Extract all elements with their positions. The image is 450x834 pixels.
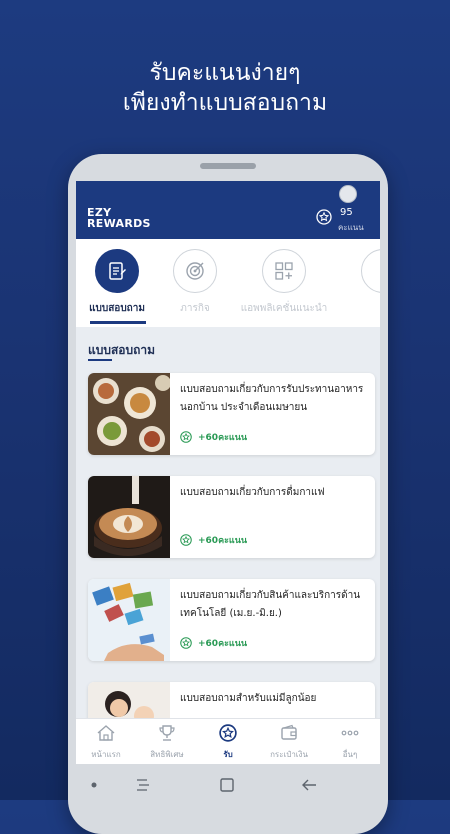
avatar[interactable]: [339, 185, 357, 203]
recent-apps-icon[interactable]: [134, 777, 152, 793]
reward-points: +60คะแนน: [180, 533, 247, 547]
nav-label: รับ: [223, 750, 233, 759]
survey-card-mothers[interactable]: แบบสอบถามสำหรับแม่มีลูกน้อย: [88, 682, 375, 718]
target-icon: [186, 262, 204, 280]
tab-label: แอพพลิเคชั่นแนะนำ: [240, 303, 328, 314]
survey-card-technology[interactable]: แบบสอบถามเกี่ยวกับสินค้าและบริการด้านเทค…: [88, 579, 375, 661]
reward-amount: +60คะแนน: [198, 639, 248, 649]
reward-amount: +60คะแนน: [198, 536, 248, 546]
reward-star-icon: [180, 431, 192, 443]
nav-privileges[interactable]: สิทธิพิเศษ: [137, 724, 197, 761]
dot-icon[interactable]: [90, 781, 98, 789]
nav-home[interactable]: หน้าแรก: [76, 724, 136, 761]
section-title-underline: [88, 359, 112, 361]
reward-amount: +60คะแนน: [198, 433, 248, 443]
tab-mission[interactable]: ภารกิจ: [158, 249, 232, 316]
partial-icon: [361, 249, 380, 293]
nav-label: หน้าแรก: [91, 750, 121, 759]
tab-label: แบบสอบถาม: [89, 303, 145, 314]
logo-line2: REWARDS: [87, 217, 151, 230]
survey-title: แบบสอบถามเกี่ยวกับการรับประทานอาหารนอกบ้…: [180, 384, 364, 413]
tab-more-partial[interactable]: เ: [346, 249, 380, 316]
active-tab-underline: [90, 321, 146, 324]
points-value: 95: [340, 207, 353, 218]
headline-line2: เพียงทำแบบสอบถาม: [122, 90, 328, 116]
survey-title: แบบสอบถามเกี่ยวกับการดื่มกาแฟ: [180, 487, 325, 498]
wallet-icon: [281, 724, 297, 740]
category-tabs: แบบสอบถาม ภารกิจ แอพพลิเคชั่นแนะนำ: [76, 239, 380, 327]
phone-speaker: [200, 163, 256, 169]
more-icon: [341, 730, 359, 736]
back-icon[interactable]: [300, 776, 318, 794]
section-title: แบบสอบถาม: [88, 343, 156, 357]
coffee-thumbnail: [88, 476, 170, 558]
survey-list-area[interactable]: แบบสอบถาม แบบสอบถามเกี่ยวกับการรับประทาน…: [76, 327, 380, 718]
points-unit: คะแนน: [338, 223, 364, 232]
tab-survey[interactable]: แบบสอบถาม: [80, 249, 154, 316]
reward-points: +60คะแนน: [180, 636, 247, 650]
bottom-navigation: หน้าแรก สิทธิพิเศษ รับ กระเป๋าเงิน อื่นๆ: [76, 718, 380, 764]
promo-headline: รับคะแนนง่ายๆ เพียงทำแบบสอบถาม: [0, 58, 450, 118]
survey-title: แบบสอบถามเกี่ยวกับสินค้าและบริการด้านเทค…: [180, 590, 361, 619]
app-logo: EZY REWARDS: [87, 207, 151, 229]
survey-title: แบบสอบถามสำหรับแม่มีลูกน้อย: [180, 693, 317, 704]
phone-frame: EZY REWARDS 95 คะแนน แบบสอบถาม ภารกิจ แอ…: [68, 154, 388, 834]
survey-icon: [109, 262, 126, 280]
nav-earn[interactable]: รับ: [198, 724, 258, 761]
tab-label: เ: [346, 301, 380, 316]
trophy-icon: [159, 725, 175, 741]
survey-card-coffee[interactable]: แบบสอบถามเกี่ยวกับการดื่มกาแฟ +60คะแนน: [88, 476, 375, 558]
nav-label: กระเป๋าเงิน: [270, 750, 308, 759]
food-thumbnail: [88, 373, 170, 455]
tab-label: ภารกิจ: [180, 303, 210, 314]
technology-thumbnail: [88, 579, 170, 661]
home-button-icon[interactable]: [218, 776, 236, 794]
app-screen: EZY REWARDS 95 คะแนน แบบสอบถาม ภารกิจ แอ…: [76, 181, 380, 764]
apps-icon: [275, 262, 293, 280]
reward-star-icon: [180, 637, 192, 649]
nav-more[interactable]: อื่นๆ: [320, 724, 380, 761]
app-header: EZY REWARDS 95 คะแนน: [76, 181, 380, 239]
home-icon: [97, 725, 115, 741]
survey-card-dining[interactable]: แบบสอบถามเกี่ยวกับการรับประทานอาหารนอกบ้…: [88, 373, 375, 455]
mother-baby-thumbnail: [88, 682, 170, 718]
reward-star-icon: [180, 534, 192, 546]
nav-label: สิทธิพิเศษ: [150, 750, 184, 759]
star-badge-icon: [219, 724, 237, 742]
nav-label: อื่นๆ: [342, 750, 358, 759]
reward-points: +60คะแนน: [180, 430, 247, 444]
nav-wallet[interactable]: กระเป๋าเงิน: [259, 724, 319, 761]
tab-recommended-apps[interactable]: แอพพลิเคชั่นแนะนำ: [236, 249, 332, 316]
headline-line1: รับคะแนนง่ายๆ: [149, 60, 301, 86]
points-star-icon: [316, 209, 332, 225]
